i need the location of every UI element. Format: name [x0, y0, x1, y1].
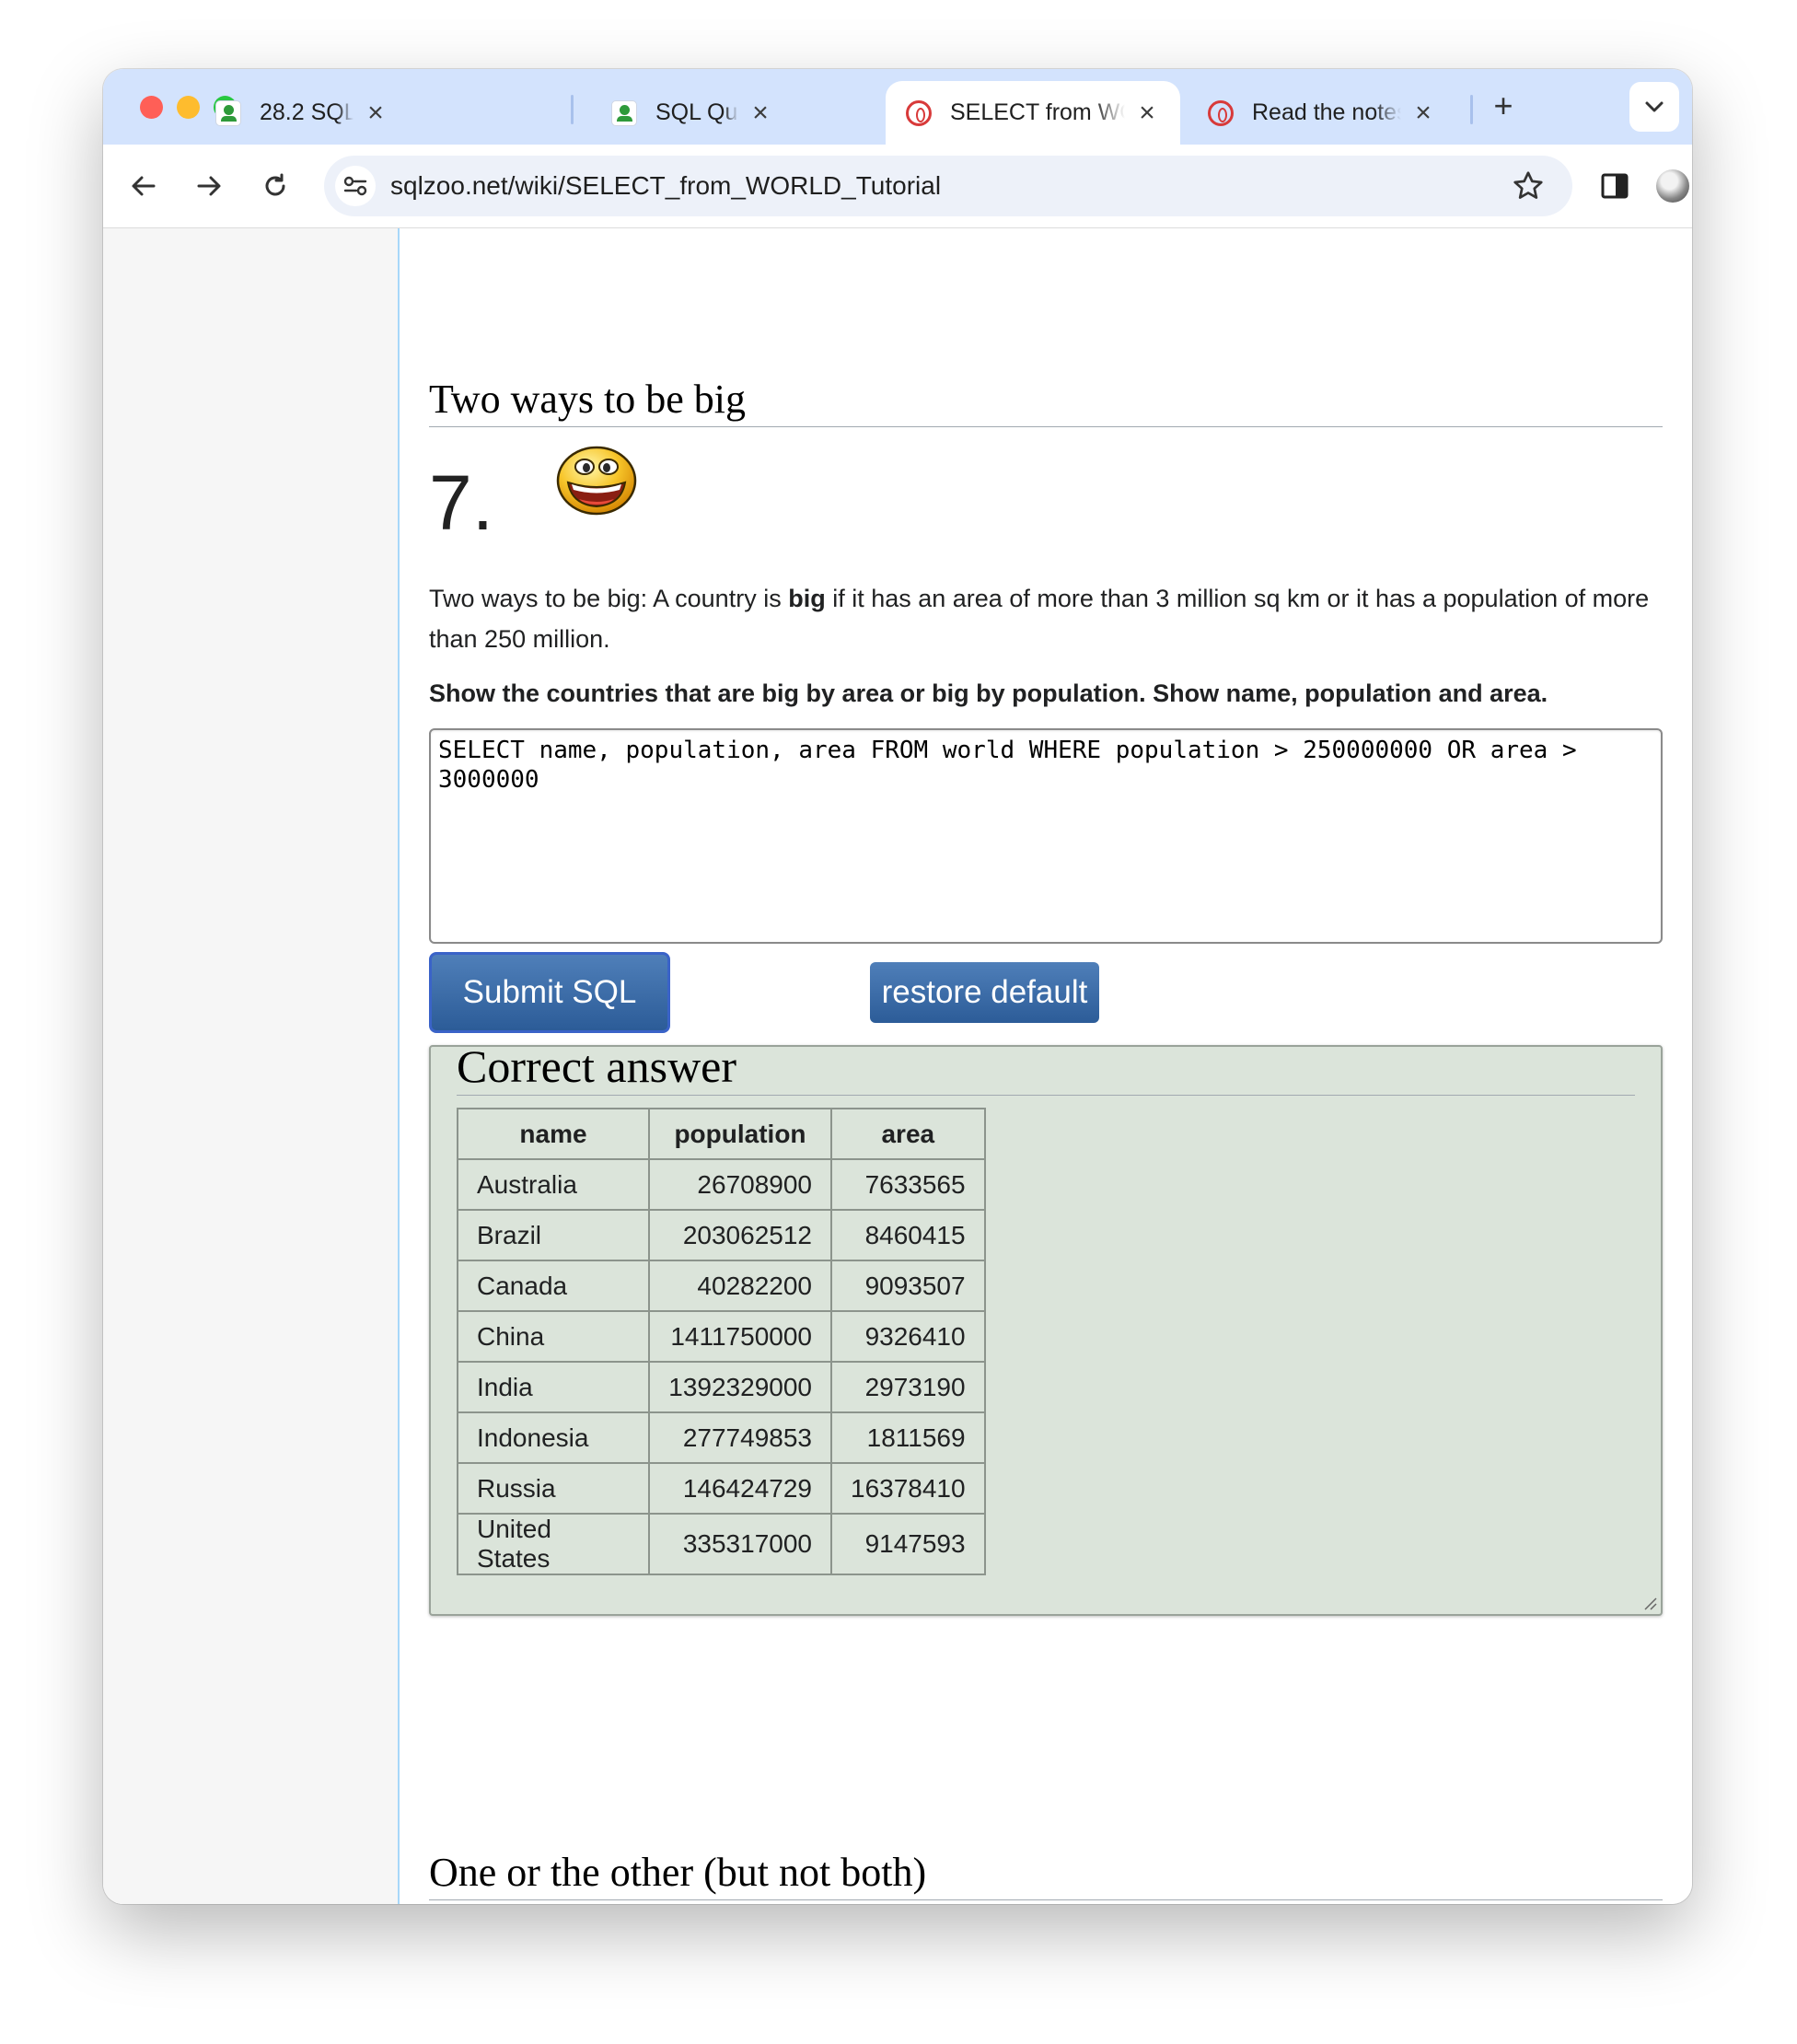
question-description: Two ways to be big: A country is big if … [429, 578, 1663, 659]
table-row: United States 335317000 9147593 [457, 1513, 986, 1575]
tab-search-button[interactable] [1629, 82, 1679, 132]
tab-read-the-notes[interactable]: Read the notes about this table × [1188, 81, 1456, 145]
table-header-row: name population area [457, 1108, 986, 1160]
green-person-icon [215, 99, 241, 126]
tab-strip: 28.2 SQL Querying × SQL Querying × SELEC… [103, 69, 1692, 145]
tab-close-icon[interactable]: × [1410, 98, 1436, 129]
cell-name: Indonesia [457, 1411, 650, 1464]
question-instruction: Show the countries that are big by area … [429, 679, 1548, 707]
cell-population: 26708900 [648, 1158, 832, 1211]
column-header-area: area [830, 1108, 986, 1160]
tab-sql-querying-2[interactable]: SQL Querying × [591, 81, 794, 145]
page-content: Two ways to be big 7. Two ways to be big… [103, 228, 1692, 1904]
description-text: Two ways to be big: A country is [429, 585, 789, 612]
cell-area: 7633565 [830, 1158, 986, 1211]
side-panel-icon [1601, 173, 1629, 199]
cell-area: 1811569 [830, 1411, 986, 1464]
bookmark-button[interactable] [1512, 169, 1545, 207]
sqlzoo-icon [906, 99, 932, 126]
cell-area: 16378410 [830, 1462, 986, 1515]
address-bar[interactable]: sqlzoo.net/wiki/SELECT_from_WORLD_Tutori… [324, 156, 1572, 216]
window-close-button[interactable] [140, 96, 163, 119]
avatar [1656, 169, 1689, 203]
cell-population: 40282200 [648, 1260, 832, 1312]
question-number: 7. [429, 459, 494, 546]
cell-name: Canada [457, 1260, 650, 1312]
tab-close-icon[interactable]: × [748, 98, 773, 129]
cell-population: 203062512 [648, 1209, 832, 1261]
reload-icon [265, 173, 285, 196]
cell-area: 9093507 [830, 1260, 986, 1312]
description-bold-text: big [788, 585, 826, 612]
cell-population: 146424729 [648, 1462, 832, 1515]
arrow-left-icon [132, 176, 156, 196]
submit-sql-button[interactable]: Submit SQL [429, 952, 670, 1033]
results-table: name population area Australia 26708900 … [457, 1108, 986, 1575]
browser-window: 28.2 SQL Querying × SQL Querying × SELEC… [103, 69, 1692, 1904]
tab-select-from-world[interactable]: SELECT from WORLD Tutorial × [886, 81, 1180, 145]
cell-area: 2973190 [830, 1361, 986, 1413]
cell-name: Australia [457, 1158, 650, 1211]
profile-button[interactable] [1652, 165, 1692, 207]
sqlzoo-icon [1208, 99, 1234, 126]
tab-separator [571, 95, 574, 124]
column-header-name: name [457, 1108, 650, 1160]
column-header-population: population [648, 1108, 832, 1160]
green-person-icon [611, 99, 637, 126]
star-icon [1513, 171, 1543, 199]
answer-heading: Correct answer [457, 1039, 1635, 1096]
left-sidebar [103, 228, 400, 1904]
table-row: India 1392329000 2973190 [457, 1361, 986, 1413]
cell-population: 1411750000 [648, 1310, 832, 1363]
reload-button[interactable] [254, 165, 296, 207]
url-text[interactable]: sqlzoo.net/wiki/SELECT_from_WORLD_Tutori… [390, 156, 941, 216]
cell-name: India [457, 1361, 650, 1413]
back-button[interactable] [122, 165, 165, 207]
answer-panel: Correct answer name population area Aust… [429, 1040, 1663, 1616]
cell-population: 277749853 [648, 1411, 832, 1464]
cell-name: United States [457, 1513, 650, 1575]
tune-icon [343, 176, 367, 196]
tab-separator [1470, 95, 1473, 124]
restore-default-button[interactable]: restore default [870, 962, 1099, 1023]
tab-close-icon[interactable]: × [363, 98, 388, 129]
table-row: Brazil 203062512 8460415 [457, 1209, 986, 1261]
smiley-face-icon [555, 444, 638, 522]
sql-input[interactable]: SELECT name, population, area FROM world… [429, 728, 1663, 944]
table-row: China 1411750000 9326410 [457, 1310, 986, 1363]
browser-toolbar: sqlzoo.net/wiki/SELECT_from_WORLD_Tutori… [103, 145, 1692, 228]
section-heading: Two ways to be big [429, 376, 1663, 427]
new-tab-button[interactable]: + [1484, 87, 1523, 126]
site-info-button[interactable] [335, 166, 376, 206]
cell-population: 1392329000 [648, 1361, 832, 1413]
cell-area: 9326410 [830, 1310, 986, 1363]
side-panel-button[interactable] [1594, 165, 1636, 207]
resize-grip-icon[interactable] [1642, 1596, 1657, 1610]
next-section-heading: One or the other (but not both) [429, 1849, 1663, 1900]
cell-population: 335317000 [648, 1513, 832, 1575]
table-row: Russia 146424729 16378410 [457, 1462, 986, 1515]
cell-area: 8460415 [830, 1209, 986, 1261]
table-row: Australia 26708900 7633565 [457, 1158, 986, 1211]
table-row: Canada 40282200 9093507 [457, 1260, 986, 1312]
tab-close-icon[interactable]: × [1134, 98, 1160, 129]
cell-name: Brazil [457, 1209, 650, 1261]
cell-area: 9147593 [830, 1513, 986, 1575]
tab-sql-querying-1[interactable]: 28.2 SQL Querying × [195, 81, 409, 145]
arrow-right-icon [197, 176, 221, 196]
forward-button[interactable] [188, 165, 230, 207]
chevron-down-icon [1645, 101, 1664, 112]
cell-name: Russia [457, 1462, 650, 1515]
cell-name: China [457, 1310, 650, 1363]
table-row: Indonesia 277749853 1811569 [457, 1411, 986, 1464]
